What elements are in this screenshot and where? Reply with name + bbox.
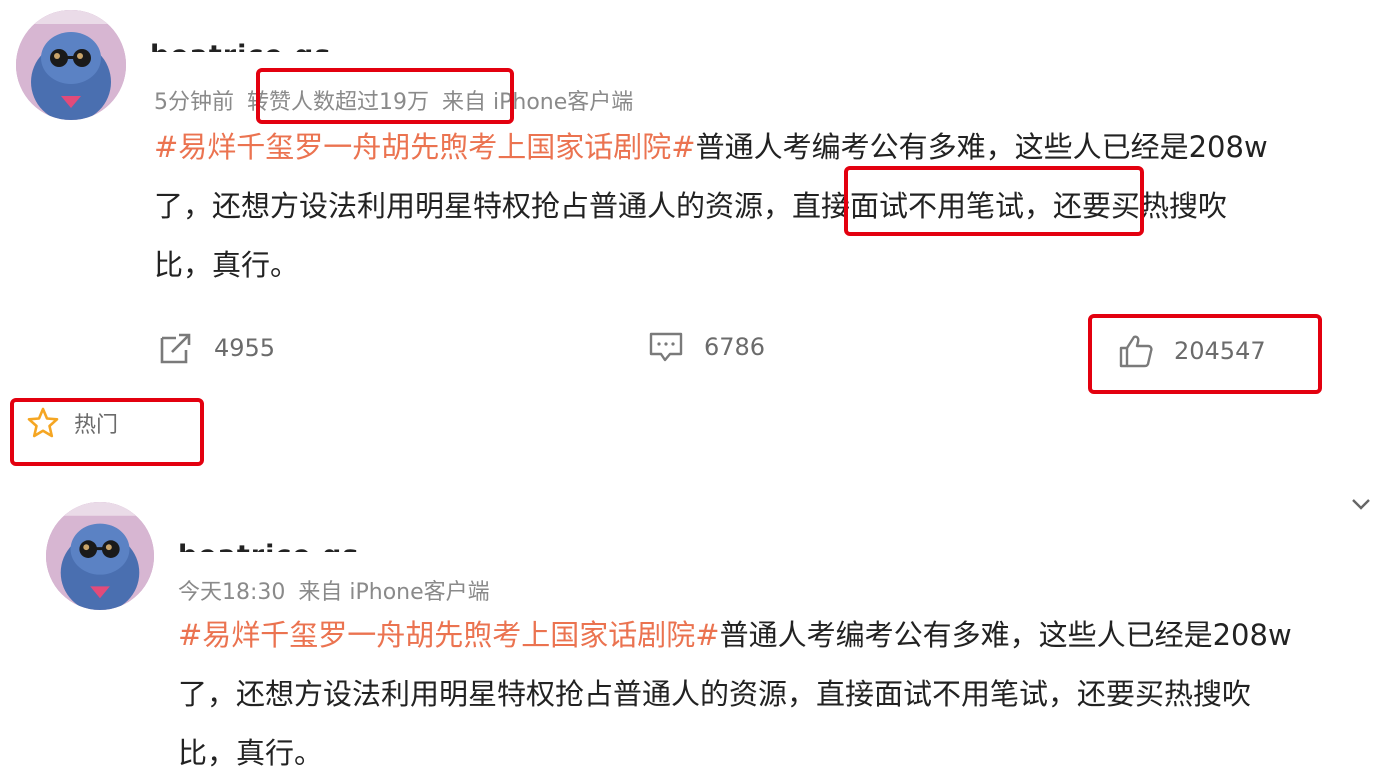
username[interactable]: beatrice qs [178, 536, 359, 552]
expand-button[interactable] [1350, 496, 1372, 516]
thumbs-up-icon [1119, 335, 1153, 368]
repost-icon [160, 333, 191, 364]
repost-button[interactable]: 4955 [158, 330, 275, 366]
username[interactable]: beatrice qs [150, 36, 331, 52]
post-meta: 今天18:30 来自 iPhone客户端 [178, 574, 496, 606]
like-count: 204547 [1174, 337, 1266, 365]
post-time: 5分钟前 [154, 90, 234, 115]
post-line-3: 比，真行。 [178, 736, 324, 770]
post-time: 今天18:30 [178, 580, 286, 605]
post-text-segment: 还要买热搜吹 [1053, 189, 1228, 223]
avatar-image [16, 10, 126, 120]
star-icon [27, 407, 59, 438]
post-line-2: 了，还想方设法利用明星特权抢占普通人的资源，直接面试不用笔试，还要买热搜吹 [154, 177, 1268, 236]
hot-label: 热门 [74, 413, 119, 438]
post-text: #易烊千玺罗一舟胡先煦考上国家话剧院#普通人考编考公有多难，这些人已经是208w… [154, 118, 1268, 295]
hashtag-link[interactable]: #易烊千玺罗一舟胡先煦考上国家话剧院# [178, 618, 720, 652]
post-text: #易烊千玺罗一舟胡先煦考上国家话剧院#普通人考编考公有多难，这些人已经是208w… [178, 606, 1292, 770]
post-line-1: #易烊千玺罗一舟胡先煦考上国家话剧院#普通人考编考公有多难，这些人已经是208w [178, 606, 1292, 665]
hot-tag[interactable]: 热门 [26, 406, 118, 440]
avatar-image [46, 502, 154, 610]
post-text-segment: 普通人考编考公有多难，这些人已经是208w [695, 130, 1268, 164]
post-line-1: #易烊千玺罗一舟胡先煦考上国家话剧院#普通人考编考公有多难，这些人已经是208w [154, 118, 1268, 177]
post-text-segment: 了，还想方设法利用明星特权抢占普通人的资源， [154, 189, 793, 223]
post-source[interactable]: 来自 iPhone客户端 [298, 580, 489, 605]
weibo-feed: beatrice qs 5分钟前 转赞人数超过19万 来自 iPhone客户端 … [0, 0, 1376, 770]
comment-icon [649, 332, 683, 362]
like-button[interactable]: 204547 [1118, 333, 1266, 369]
hashtag-link[interactable]: #易烊千玺罗一舟胡先煦考上国家话剧院# [154, 130, 696, 164]
post-line-2: 了，还想方设法利用明星特权抢占普通人的资源，直接面试不用笔试，还要买热搜吹 [178, 677, 1252, 711]
post-line-3: 比，真行。 [154, 248, 300, 282]
highlighted-phrase: 直接面试不用笔试， [792, 189, 1054, 223]
comment-button[interactable]: 6786 [648, 330, 765, 364]
post-source[interactable]: 来自 iPhone客户端 [442, 90, 633, 115]
repost-count: 4955 [214, 334, 276, 362]
chevron-down-icon [1352, 499, 1370, 510]
post-meta: 5分钟前 转赞人数超过19万 来自 iPhone客户端 [154, 84, 639, 116]
avatar[interactable] [16, 10, 126, 120]
avatar[interactable] [46, 502, 154, 610]
post-text-segment: 普通人考编考公有多难，这些人已经是208w [719, 618, 1292, 652]
engagement-highlight: 转赞人数超过19万 [247, 90, 429, 115]
comment-count: 6786 [704, 333, 766, 361]
